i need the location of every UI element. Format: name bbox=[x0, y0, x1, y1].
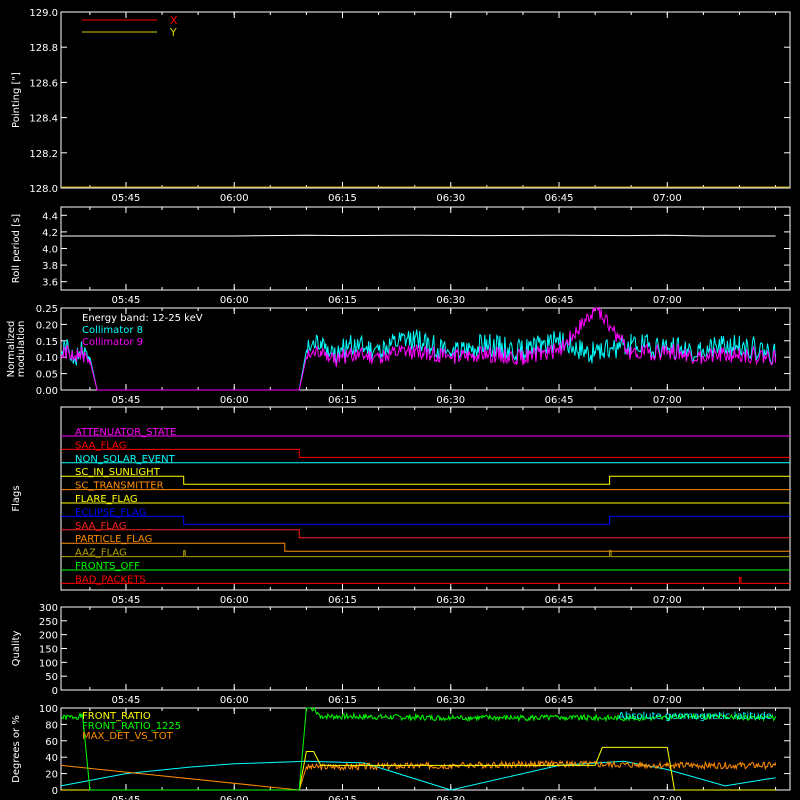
x-tick-label: 06:00 bbox=[220, 795, 249, 800]
x-tick-label: 07:00 bbox=[653, 395, 682, 406]
panel-5: 05:45 06:00 06:15 06:30 06:45 07:00 0 50 100 150 2… bbox=[11, 603, 791, 706]
y-tick-label: 3.6 bbox=[42, 278, 58, 289]
y-tick-label: 4.0 bbox=[42, 245, 58, 256]
y-tick-label: 3.8 bbox=[42, 261, 58, 272]
x-tick-label: 06:15 bbox=[328, 595, 357, 606]
x-tick-label: 05:45 bbox=[112, 395, 141, 406]
x-tick-label: 07:00 bbox=[653, 795, 682, 800]
y-tick-label: 300 bbox=[39, 603, 58, 614]
x-tick-label: 07:00 bbox=[653, 695, 682, 706]
y-axis-label: Pointing ["] bbox=[11, 72, 22, 128]
y-tick-label: 4.2 bbox=[42, 228, 58, 239]
energy-band-annotation: Energy band: 12-25 keV bbox=[82, 313, 203, 324]
y-tick-label: 60 bbox=[45, 737, 58, 748]
y-axis-label: modulation bbox=[16, 321, 27, 378]
collimator-8-line bbox=[60, 329, 777, 391]
x-tick-label: 06:15 bbox=[328, 695, 357, 706]
y-tick-label: 40 bbox=[45, 753, 58, 764]
y-tick-label: 0 bbox=[52, 786, 58, 797]
x-tick-label: 06:00 bbox=[220, 595, 249, 606]
y-axis-label: Flags bbox=[11, 485, 22, 511]
panel-frame bbox=[60, 606, 791, 691]
y-tick-label: 0.10 bbox=[36, 353, 58, 364]
x-tick-label: 05:45 bbox=[112, 795, 141, 800]
y-tick-label: 0 bbox=[52, 686, 58, 697]
y-axis-label: Roll period [s] bbox=[11, 214, 22, 283]
plot-canvas: 05:45 06:00 06:15 06:30 06:45 07:00 128.0 128.2… bbox=[6, 8, 791, 800]
x-tick-label: 06:30 bbox=[436, 395, 465, 406]
flag-line bbox=[61, 576, 790, 584]
x-tick-label: 06:15 bbox=[328, 795, 357, 800]
x-tick-label: 07:00 bbox=[653, 295, 682, 306]
x-tick-label: 05:45 bbox=[112, 595, 141, 606]
y-tick-label: 150 bbox=[39, 645, 58, 656]
x-tick-label: 06:45 bbox=[545, 595, 574, 606]
x-tick-label: 06:00 bbox=[220, 193, 249, 204]
x-tick-label: 06:45 bbox=[545, 395, 574, 406]
x-tick-label: 05:45 bbox=[112, 295, 141, 306]
y-tick-label: 100 bbox=[39, 658, 58, 669]
flag-line bbox=[61, 515, 790, 525]
front-ratio-line bbox=[61, 746, 776, 791]
y-tick-label: 128.0 bbox=[29, 184, 58, 195]
x-tick-label: 06:30 bbox=[436, 795, 465, 800]
y-axis-label: Quality bbox=[11, 631, 22, 667]
x-tick-label: 07:00 bbox=[653, 193, 682, 204]
panel-1: 05:45 06:00 06:15 06:30 06:45 07:00 128.0 128.2… bbox=[11, 8, 791, 204]
y-tick-label: 4.4 bbox=[42, 211, 58, 222]
legend-label: Collimator 9 bbox=[82, 337, 143, 348]
y-tick-label: 0.20 bbox=[36, 320, 58, 331]
y-tick-label: 129.0 bbox=[29, 8, 58, 19]
x-tick-label: 06:45 bbox=[545, 795, 574, 800]
y-tick-label: 20 bbox=[45, 770, 58, 781]
x-tick-label: 06:15 bbox=[328, 193, 357, 204]
x-tick-label: 06:30 bbox=[436, 193, 465, 204]
roll-period-line bbox=[61, 234, 776, 237]
x-tick-label: 06:00 bbox=[220, 695, 249, 706]
x-tick-label: 06:15 bbox=[328, 395, 357, 406]
panel-3: 05:45 06:00 06:15 06:30 06:45 07:00 0.00 0.05 0.… bbox=[6, 304, 791, 406]
x-tick-label: 05:45 bbox=[112, 695, 141, 706]
y-tick-label: 0.25 bbox=[36, 304, 58, 315]
x-tick-label: 06:45 bbox=[545, 295, 574, 306]
flag-line bbox=[61, 475, 790, 485]
y-tick-label: 200 bbox=[39, 631, 58, 642]
x-tick-label: 07:00 bbox=[653, 595, 682, 606]
y-tick-label: 250 bbox=[39, 617, 58, 628]
legend-label: Collimator 8 bbox=[82, 325, 143, 336]
y-tick-label: 128.4 bbox=[29, 114, 58, 125]
x-tick-label: 06:30 bbox=[436, 595, 465, 606]
flag-line bbox=[61, 529, 790, 539]
y-tick-label: 128.8 bbox=[29, 43, 58, 54]
x-tick-label: 06:15 bbox=[328, 295, 357, 306]
legend-label: MAX_DET_VS_TOT bbox=[82, 731, 174, 742]
flag-line bbox=[61, 542, 790, 552]
y-axis-label: Degrees or % bbox=[11, 715, 22, 783]
x-tick-label: 06:30 bbox=[436, 295, 465, 306]
y-tick-label: 128.6 bbox=[29, 78, 58, 89]
legend-label: Y bbox=[169, 26, 177, 39]
x-tick-label: 05:45 bbox=[112, 193, 141, 204]
geomagnetic-latitude-annotation: Absolute geomagnetic latitude bbox=[618, 711, 772, 722]
y-tick-label: 0.00 bbox=[36, 386, 58, 397]
panel-4: 05:45 06:00 06:15 06:30 06:45 07:00FlagsATTEN… bbox=[11, 406, 791, 606]
y-tick-label: 0.05 bbox=[36, 370, 58, 381]
panel-frame bbox=[60, 206, 791, 291]
x-tick-label: 06:45 bbox=[545, 695, 574, 706]
y-tick-label: 0.15 bbox=[36, 337, 58, 348]
x-tick-label: 06:45 bbox=[545, 193, 574, 204]
y-tick-label: 50 bbox=[45, 672, 58, 683]
panel-2: 05:45 06:00 06:15 06:30 06:45 07:00 3.6 3.8 4.0 4… bbox=[11, 206, 791, 306]
y-tick-label: 128.2 bbox=[29, 149, 58, 160]
x-tick-label: 06:00 bbox=[220, 395, 249, 406]
panel-6: 05:45 06:00 06:15 06:30 06:45 07:00 0 20 40 60 80 1… bbox=[11, 704, 791, 800]
x-tick-label: 06:30 bbox=[436, 695, 465, 706]
y-tick-label: 100 bbox=[39, 704, 58, 715]
y-tick-label: 80 bbox=[45, 720, 58, 731]
x-tick-label: 06:00 bbox=[220, 295, 249, 306]
